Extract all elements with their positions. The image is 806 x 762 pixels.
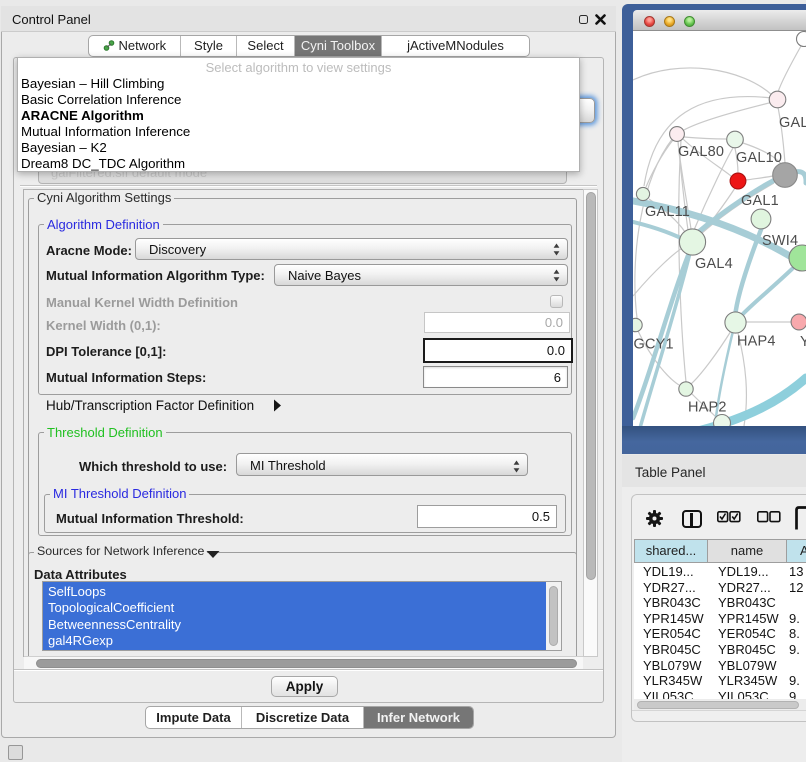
svg-text:GAL11: GAL11 xyxy=(645,204,690,220)
svg-text:GAL1: GAL1 xyxy=(741,193,779,209)
svg-text:Y: Y xyxy=(800,334,806,350)
svg-text:GCY1: GCY1 xyxy=(634,337,674,353)
svg-text:HAP2: HAP2 xyxy=(688,400,727,416)
svg-text:GAL2: GAL2 xyxy=(779,115,806,131)
svg-text:SWI4: SWI4 xyxy=(762,233,798,249)
svg-text:GAL10: GAL10 xyxy=(736,150,782,166)
svg-text:GAL4: GAL4 xyxy=(695,256,733,272)
svg-text:GAL80: GAL80 xyxy=(678,144,724,160)
svg-text:HAP4: HAP4 xyxy=(737,334,776,350)
